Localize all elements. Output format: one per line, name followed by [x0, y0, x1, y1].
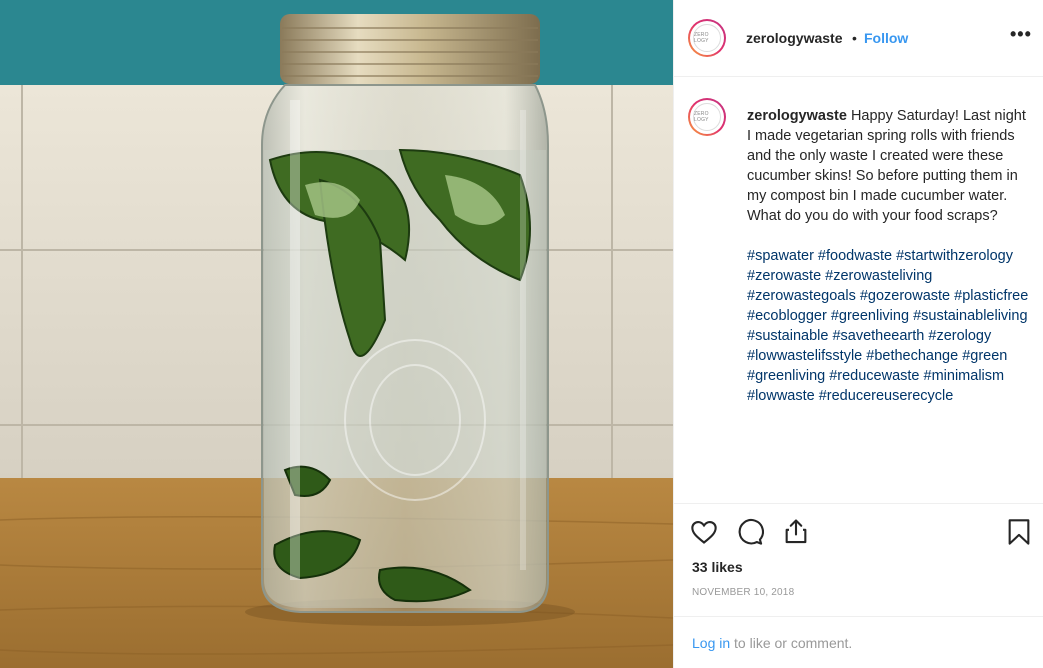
post-details-panel: ZERO LOGY zerologywaste • Follow ••• ZER…	[673, 0, 1043, 668]
likes-count[interactable]: 33 likes	[692, 559, 743, 575]
post-header: ZERO LOGY zerologywaste • Follow •••	[674, 0, 1043, 77]
heart-icon[interactable]	[690, 518, 718, 551]
separator-dot: •	[852, 30, 857, 46]
comments-section[interactable]: ZERO LOGY zerologywaste Happy Saturday! …	[674, 78, 1043, 502]
login-prompt: Log in to like or comment.	[674, 616, 1043, 668]
hashtags[interactable]: #spawater #foodwaste #startwithzerology …	[747, 246, 1032, 406]
login-link[interactable]: Log in	[692, 635, 730, 651]
share-icon[interactable]	[782, 517, 810, 550]
login-prompt-text: to like or comment.	[730, 635, 853, 651]
avatar-logo-text: ZERO LOGY	[694, 32, 709, 44]
avatar-logo-text: ZERO LOGY	[694, 111, 709, 123]
username-link[interactable]: zerologywaste	[746, 30, 842, 46]
comment-icon[interactable]	[736, 518, 764, 551]
bookmark-icon[interactable]	[1006, 518, 1032, 551]
caption-text: Happy Saturday! Last night I made vegeta…	[747, 108, 1026, 224]
post-photo[interactable]	[0, 0, 673, 668]
cucumber-water-jar-image	[0, 0, 673, 668]
more-options-icon[interactable]: •••	[1010, 24, 1032, 45]
caption-avatar[interactable]: ZERO LOGY	[688, 98, 726, 136]
post-caption: zerologywaste Happy Saturday! Last night…	[747, 106, 1032, 406]
avatar[interactable]: ZERO LOGY	[688, 19, 726, 57]
follow-button[interactable]: Follow	[864, 30, 908, 46]
post-date: NOVEMBER 10, 2018	[692, 587, 795, 598]
caption-username[interactable]: zerologywaste	[747, 108, 847, 124]
